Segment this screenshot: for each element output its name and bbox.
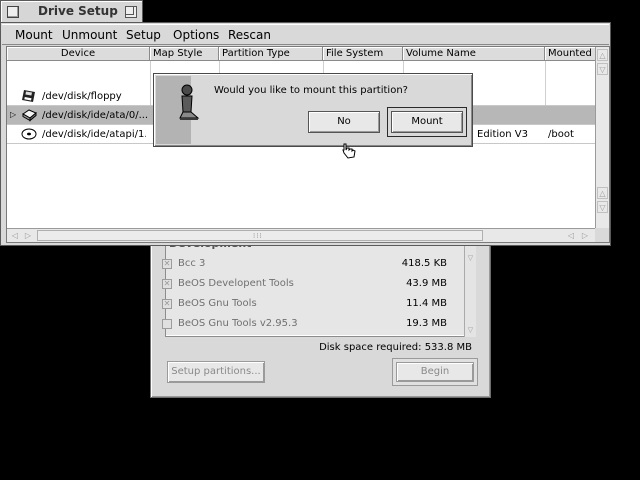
expand-triangle-icon[interactable]: ▷ [10, 110, 16, 119]
mounted-at: /boot [548, 129, 574, 140]
mount-button[interactable]: Mount [391, 111, 463, 133]
mount-alert-dialog: Would you like to mount this partition? … [153, 73, 473, 147]
horizontal-scrollbar[interactable]: ◁ ▷ ⁞⁞⁞ ◁ ▷ [7, 228, 597, 242]
column-header-map-style[interactable]: Map Style [150, 47, 219, 61]
column-header-device[interactable]: Device [7, 47, 150, 61]
scroll-left-arrow-icon[interactable]: ◁ [566, 230, 576, 241]
device-path: /dev/disk/floppy [42, 91, 122, 102]
info-person-icon [179, 84, 200, 120]
column-header-volume-name[interactable]: Volume Name [403, 47, 545, 61]
package-checkbox[interactable]: ✕ [162, 279, 172, 289]
grip-icon: ⁞⁞⁞ [253, 232, 263, 240]
scroll-up-arrow-icon[interactable]: △ [597, 49, 608, 61]
zoom-box-icon[interactable] [125, 6, 137, 18]
package-name: BeOS Gnu Tools [178, 298, 257, 309]
setup-partitions-button[interactable]: Setup partitions... [167, 361, 265, 383]
package-row[interactable]: ✕ Bcc 3 418.5 KB [162, 257, 447, 271]
package-name: BeOS Gnu Tools v2.95.3 [178, 318, 298, 329]
disk-space-required: Disk space required: 533.8 MB [319, 342, 472, 353]
scroll-down-arrow-icon[interactable]: ▽ [466, 325, 475, 335]
scroll-down-arrow-icon[interactable]: ▽ [466, 253, 475, 263]
begin-button-frame: Begin [392, 358, 478, 386]
scroll-thumb[interactable]: ⁞⁞⁞ [37, 230, 483, 241]
package-checkbox[interactable]: ✕ [162, 299, 172, 309]
package-scrollbar[interactable]: ▽ ▽ [464, 241, 476, 337]
floppy-icon [22, 90, 35, 102]
vertical-scrollbar[interactable]: △ ▽ △ ▽ [595, 47, 609, 230]
package-row[interactable]: ✕ BeOS Gnu Tools 11.4 MB [162, 297, 447, 311]
scroll-right-arrow-icon[interactable]: ▷ [580, 230, 590, 241]
column-header-mounted-at[interactable]: Mounted At [545, 47, 597, 61]
package-size: 43.9 MB [406, 278, 447, 289]
package-size: 418.5 KB [401, 258, 447, 269]
harddisk-icon [22, 109, 37, 122]
scroll-left-arrow-icon[interactable]: ◁ [10, 230, 20, 241]
no-button[interactable]: No [308, 111, 380, 133]
begin-button[interactable]: Begin [396, 362, 474, 382]
package-row[interactable]: ✕ BeOS Developent Tools 43.9 MB [162, 277, 447, 291]
package-checkbox[interactable] [162, 319, 172, 329]
package-row[interactable]: BeOS Gnu Tools v2.95.3 19.3 MB [162, 317, 447, 331]
hand-cursor-icon [342, 143, 356, 159]
package-name: BeOS Developent Tools [178, 278, 294, 289]
scroll-down-arrow-icon[interactable]: ▽ [597, 201, 608, 213]
column-header-partition-type[interactable]: Partition Type [219, 47, 323, 61]
menu-options[interactable]: Options [173, 28, 219, 42]
window-tab[interactable]: Drive Setup [0, 0, 143, 22]
alert-message: Would you like to mount this partition? [214, 85, 408, 96]
scroll-corner [595, 228, 609, 242]
device-path: /dev/disk/ide/atapi/1... [42, 129, 146, 140]
package-name: Bcc 3 [178, 258, 206, 269]
scroll-down-arrow-icon[interactable]: ▽ [597, 63, 608, 75]
menu-mount[interactable]: Mount [15, 28, 53, 42]
menu-unmount[interactable]: Unmount [62, 28, 117, 42]
mount-button-frame: Mount [387, 107, 467, 137]
package-size: 19.3 MB [406, 318, 447, 329]
scroll-up-arrow-icon[interactable]: △ [597, 187, 608, 199]
menu-setup[interactable]: Setup [126, 28, 161, 42]
installer-window: Development ✕ Bcc 3 418.5 KB ✕ BeOS Deve… [150, 222, 491, 398]
cdrom-icon [21, 128, 37, 140]
menu-bar: Mount Unmount Setup Options Rescan [2, 24, 609, 45]
package-size: 11.4 MB [406, 298, 447, 309]
close-box-icon[interactable] [7, 6, 19, 18]
menu-rescan[interactable]: Rescan [228, 28, 271, 42]
scroll-right-arrow-icon[interactable]: ▷ [23, 230, 33, 241]
window-title: Drive Setup [38, 4, 118, 18]
column-header-file-system[interactable]: File System [323, 47, 403, 61]
device-path: /dev/disk/ide/ata/0/... [42, 110, 149, 121]
volume-name: Edition V3 [477, 129, 528, 140]
package-checkbox[interactable]: ✕ [162, 259, 172, 269]
